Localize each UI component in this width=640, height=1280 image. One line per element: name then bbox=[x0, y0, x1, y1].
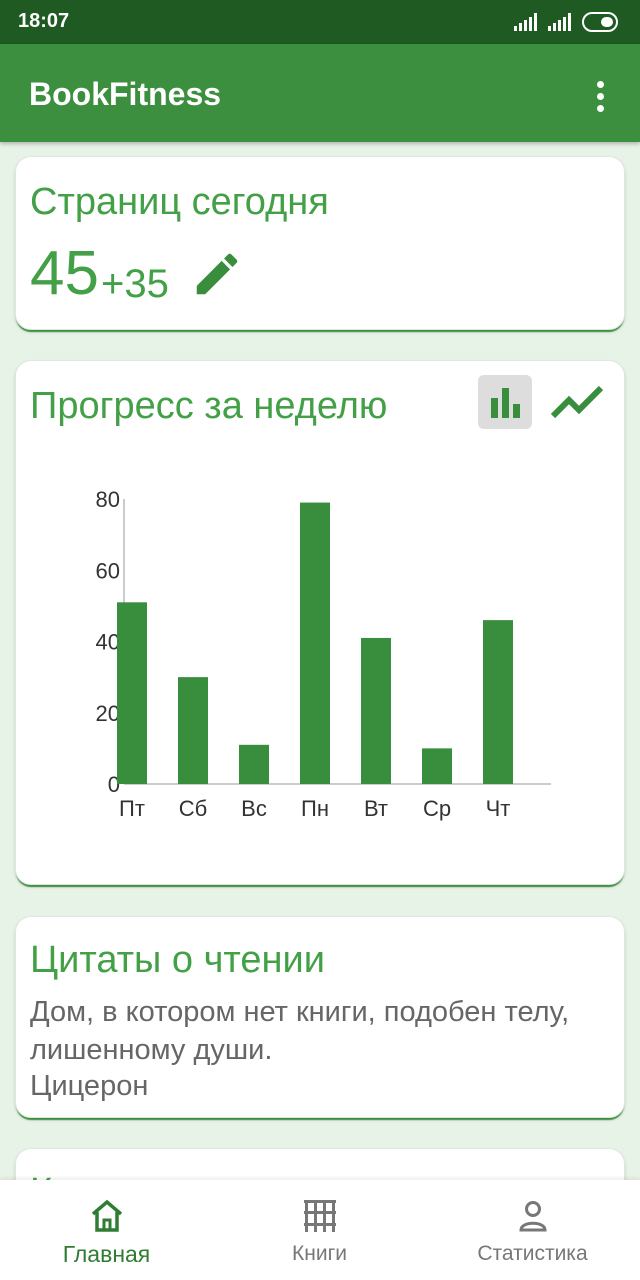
nav-label-books: Книги bbox=[292, 1242, 347, 1265]
overflow-dot-icon bbox=[596, 104, 604, 112]
quotes-title: Цитаты о чтении bbox=[30, 939, 325, 981]
x-tick-label: Сб bbox=[179, 796, 208, 821]
bar-2 bbox=[239, 744, 269, 784]
pages-today-card: Страниц сегодня 45 +35 bbox=[15, 156, 625, 330]
pages-today-count: 45 bbox=[30, 239, 99, 308]
quote-author: Цицерон bbox=[30, 1070, 149, 1102]
bar-5 bbox=[422, 748, 452, 784]
x-tick-label: Пт bbox=[119, 796, 145, 821]
nav-label-home: Главная bbox=[62, 1241, 151, 1267]
bar-6 bbox=[483, 620, 513, 784]
x-tick-label: Вт bbox=[364, 796, 388, 821]
pencil-icon bbox=[196, 253, 238, 295]
status-icons bbox=[514, 10, 622, 34]
x-tick-label: Вс bbox=[241, 796, 267, 821]
nav-label-statistics: Статистика bbox=[477, 1242, 588, 1265]
x-tick-label: Чт bbox=[486, 796, 511, 821]
weekly-bar-chart: 020406080Пт Сб Вс Пн Вт Ср Чт bbox=[96, 487, 551, 821]
nav-item-home[interactable]: Главная bbox=[0, 1180, 213, 1280]
signal-icon bbox=[514, 13, 537, 31]
pages-added-count: +35 bbox=[100, 262, 169, 306]
bar-0 bbox=[117, 602, 147, 784]
y-tick-label: 20 bbox=[96, 701, 120, 726]
overflow-menu-button[interactable] bbox=[580, 76, 620, 116]
battery-icon bbox=[582, 12, 618, 32]
edit-pages-button[interactable] bbox=[190, 247, 244, 301]
quote-text: Дом, в котором нет книги, подобен телу, … bbox=[30, 996, 570, 1066]
overflow-dot-icon bbox=[596, 92, 604, 100]
status-bar: 18:07 bbox=[0, 0, 640, 44]
app-bar: BookFitness bbox=[0, 44, 640, 142]
nav-item-statistics[interactable]: Статистика bbox=[426, 1180, 639, 1280]
home-icon bbox=[91, 1199, 122, 1232]
y-tick-label: 60 bbox=[96, 558, 120, 583]
pages-today-title: Страниц сегодня bbox=[30, 181, 329, 223]
nav-item-books[interactable]: Книги bbox=[213, 1180, 426, 1280]
status-time: 18:07 bbox=[18, 10, 70, 32]
pages-today-value: 45 +35 bbox=[30, 241, 169, 307]
bar-4 bbox=[361, 637, 391, 784]
bottom-navigation: Главная Книги Статистика bbox=[0, 1180, 640, 1280]
app-title: BookFitness bbox=[29, 76, 222, 112]
signal-icon-2 bbox=[548, 13, 571, 31]
x-tick-label: Пн bbox=[301, 796, 329, 821]
y-tick-label: 40 bbox=[96, 630, 120, 655]
reading-quotes-card: Цитаты о чтении Дом, в котором нет книги… bbox=[15, 916, 625, 1118]
bar-3 bbox=[300, 502, 330, 784]
y-tick-label: 80 bbox=[96, 487, 120, 512]
person-icon bbox=[518, 1201, 547, 1232]
bar-1 bbox=[178, 677, 208, 784]
x-tick-label: Ср bbox=[423, 796, 451, 821]
weekly-progress-card: Прогресс за неделю 0 20 40 60 80 Пт Сб Вс Пн Вт Ср… bbox=[15, 360, 625, 885]
books-icon bbox=[303, 1200, 336, 1232]
overflow-dot-icon bbox=[596, 80, 604, 88]
